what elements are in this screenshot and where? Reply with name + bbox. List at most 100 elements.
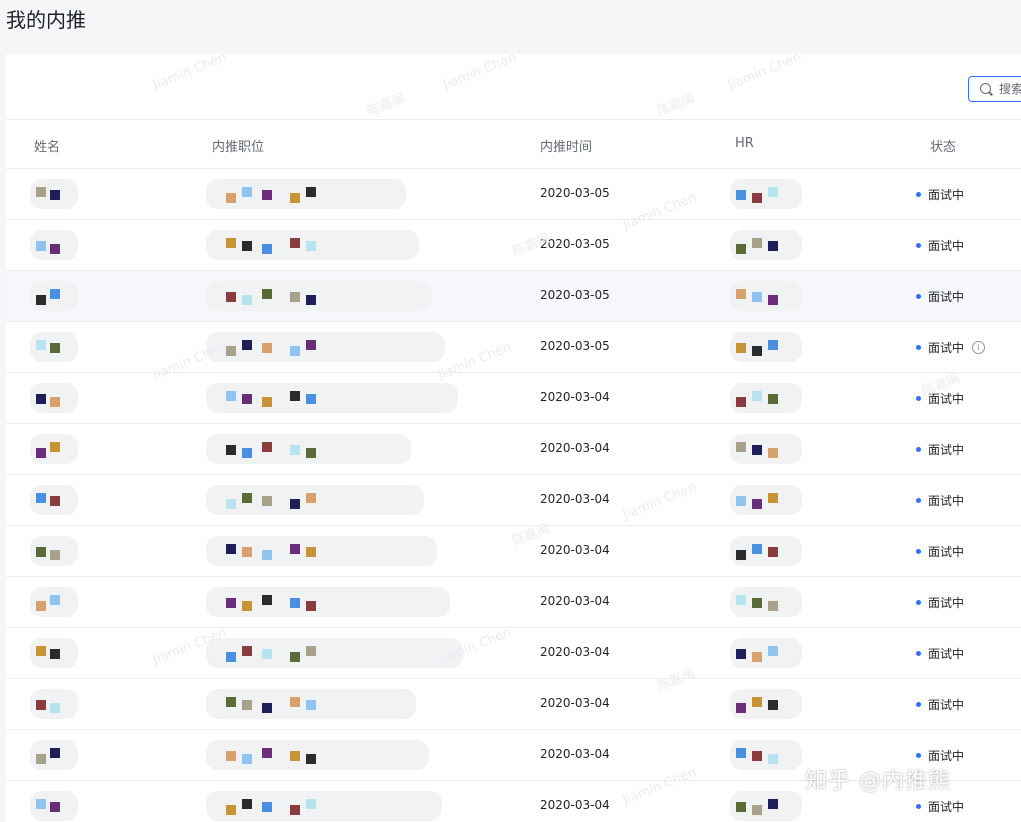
referral-table: 姓名 内推职位 内推时间 HR 状态 2020-03-05 面试中 2020-03-… (6, 119, 1021, 822)
column-header-time: 内推时间 (540, 140, 593, 155)
referral-date: 2020-03-05 (540, 339, 610, 353)
redaction-block (262, 550, 272, 560)
table-row[interactable]: 2020-03-04 面试中 (6, 475, 1021, 526)
redaction-block (242, 646, 252, 656)
redaction-block (50, 190, 60, 200)
redaction-block (262, 496, 272, 506)
redaction-block (290, 598, 300, 608)
redaction-block (262, 748, 272, 758)
status-label: 面试中 (928, 341, 965, 355)
watermark: Jiamin Chen (441, 54, 519, 93)
status-dot-icon (916, 294, 921, 299)
redaction-block (736, 190, 746, 200)
redaction-block (290, 697, 300, 707)
status-dot-icon (916, 549, 921, 554)
status-badge: 面试中 (916, 696, 964, 713)
table-row[interactable]: 2020-03-04 面试中 (6, 526, 1021, 577)
referral-date: 2020-03-05 (540, 186, 610, 200)
redaction-block (752, 445, 762, 455)
redaction-block (226, 445, 236, 455)
redaction-block (752, 805, 762, 815)
redaction-block (736, 442, 746, 452)
redaction-block (36, 241, 46, 251)
redaction-block (50, 649, 60, 659)
redaction-block (226, 391, 236, 401)
redaction-block (752, 391, 762, 401)
status-dot-icon (916, 498, 921, 503)
table-row[interactable]: 2020-03-04 面试中 (6, 628, 1021, 679)
table-row[interactable]: 2020-03-05 面试中 (6, 220, 1021, 271)
page-title: 我的内推 (6, 8, 86, 32)
redaction-block (752, 652, 762, 662)
redaction-block (306, 187, 316, 197)
table-row[interactable]: 2020-03-04 面试中 (6, 373, 1021, 424)
redaction-block (50, 595, 60, 605)
table-row[interactable]: 2020-03-05 面试中 (6, 271, 1021, 322)
search-input[interactable] (999, 80, 1021, 98)
redaction-block (306, 547, 316, 557)
status-dot-icon (916, 345, 921, 350)
status-dot-icon (916, 651, 921, 656)
redaction-block (262, 244, 272, 254)
table-row[interactable]: 2020-03-05 面试中 (6, 169, 1021, 220)
status-label: 面试中 (928, 545, 965, 559)
redaction-block (226, 238, 236, 248)
watermark: 陈嘉闽 (365, 91, 408, 120)
redaction-block (262, 289, 272, 299)
status-dot-icon (916, 447, 921, 452)
search-box[interactable] (968, 76, 1021, 102)
referral-date: 2020-03-04 (540, 594, 610, 608)
redaction-block (768, 394, 778, 404)
table-row[interactable]: 2020-03-04 面试中 (6, 577, 1021, 628)
table-row[interactable]: 2020-03-05 面试中 i (6, 322, 1021, 373)
redaction-block (50, 397, 60, 407)
status-badge: 面试中 (916, 492, 964, 509)
redaction-block (242, 241, 252, 251)
status-badge: 面试中 (916, 186, 964, 203)
status-dot-icon (916, 243, 921, 248)
status-badge: 面试中 (916, 288, 964, 305)
redaction-block (290, 238, 300, 248)
redaction-block (290, 499, 300, 509)
redaction-block (768, 754, 778, 764)
redaction-block (242, 394, 252, 404)
status-label: 面试中 (928, 188, 965, 202)
referral-date: 2020-03-04 (540, 390, 610, 404)
redaction-block (736, 748, 746, 758)
status-dot-icon (916, 753, 921, 758)
redaction-block (752, 697, 762, 707)
redaction-block (306, 295, 316, 305)
redaction-block (262, 595, 272, 605)
redaction-block (262, 397, 272, 407)
redaction-block (290, 751, 300, 761)
redaction-block (36, 799, 46, 809)
redaction-block (752, 544, 762, 554)
redaction-block (50, 703, 60, 713)
status-badge: 面试中 (916, 390, 964, 407)
redaction-block (752, 598, 762, 608)
redacted-position (206, 536, 437, 566)
status-label: 面试中 (928, 290, 965, 304)
redaction-block (242, 493, 252, 503)
status-badge: 面试中 (916, 441, 964, 458)
redacted-position (206, 281, 432, 311)
referral-date: 2020-03-04 (540, 543, 610, 557)
redaction-block (736, 649, 746, 659)
status-label: 面试中 (928, 494, 965, 508)
info-icon[interactable]: i (972, 341, 986, 354)
redaction-block (736, 550, 746, 560)
redaction-block (736, 595, 746, 605)
redaction-block (752, 292, 762, 302)
redaction-block (242, 340, 252, 350)
redaction-block (768, 601, 778, 611)
redaction-block (768, 700, 778, 710)
redaction-block (736, 496, 746, 506)
referral-date: 2020-03-04 (540, 798, 610, 812)
redaction-block (36, 700, 46, 710)
table-row[interactable]: 2020-03-04 面试中 (6, 679, 1021, 730)
table-row[interactable]: 2020-03-04 面试中 (6, 424, 1021, 475)
redaction-block (50, 343, 60, 353)
redaction-block (290, 292, 300, 302)
redaction-block (306, 340, 316, 350)
column-header-hr: HR (735, 136, 754, 151)
